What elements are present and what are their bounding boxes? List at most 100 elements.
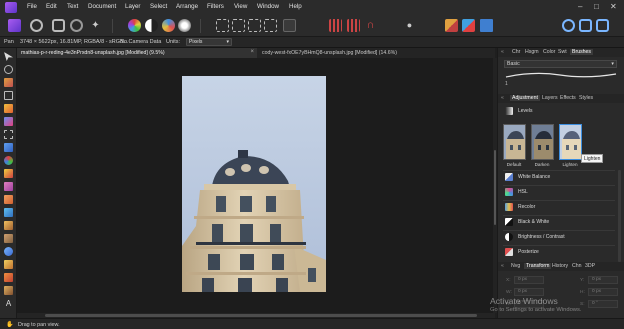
snapping-options-icon[interactable] — [347, 19, 360, 32]
tab-brushes[interactable]: Brushes — [570, 49, 594, 55]
pin-icon[interactable]: ● — [403, 19, 416, 32]
pen-tool-icon[interactable] — [4, 286, 13, 295]
panel-collapse-icon[interactable]: « — [501, 263, 504, 269]
tab-adjustment[interactable]: Adjustment — [510, 95, 540, 101]
red-eye-tool-icon[interactable] — [4, 273, 13, 282]
menu-filters[interactable]: Filters — [207, 3, 224, 10]
preset-default[interactable] — [503, 124, 526, 160]
quick-mask-icon[interactable] — [283, 19, 296, 32]
horizontal-scrollbar-thumb[interactable] — [45, 314, 477, 317]
panel-collapse-icon[interactable]: « — [501, 49, 504, 55]
paint-brush-tool-icon[interactable] — [4, 169, 13, 178]
blur-brush-tool-icon[interactable] — [4, 247, 13, 256]
affinity-photo-logo-icon[interactable] — [5, 2, 17, 13]
preset-darken[interactable] — [531, 124, 554, 160]
gradient-tool-icon[interactable] — [4, 156, 13, 165]
smudge-brush-tool-icon[interactable] — [4, 234, 13, 243]
document-tab[interactable]: cody-west-fxOE7yBHmQ8-unsplash.jpg [Modi… — [258, 48, 494, 58]
menu-select[interactable]: Select — [150, 3, 167, 10]
tab-layers[interactable]: Layers — [542, 95, 558, 101]
panel-collapse-icon[interactable]: « — [501, 95, 504, 101]
magnet-icon[interactable]: ∩ — [364, 19, 377, 32]
selection-invert-icon[interactable] — [232, 19, 245, 32]
auto-contrast-icon[interactable] — [145, 19, 158, 32]
tab-channels[interactable]: Chn — [572, 263, 582, 269]
flood-select-tool-icon[interactable] — [4, 117, 13, 126]
menu-edit[interactable]: Edit — [46, 3, 57, 10]
erase-brush-tool-icon[interactable] — [4, 195, 13, 204]
menu-layer[interactable]: Layer — [125, 3, 140, 10]
units-dropdown[interactable]: Pixels ▾ — [186, 38, 232, 46]
tab-color[interactable]: Color — [543, 49, 555, 55]
transform-icon[interactable] — [480, 19, 493, 32]
tab-3d-preview[interactable]: 3DP — [585, 263, 595, 269]
menu-view[interactable]: View — [234, 3, 247, 10]
width-field[interactable]: 0 px — [514, 288, 544, 296]
minimize-icon[interactable]: – — [578, 2, 582, 11]
view-mode-icon[interactable] — [579, 19, 592, 32]
tone-mapping-persona-icon[interactable] — [70, 19, 83, 32]
split-view-icon[interactable] — [596, 19, 609, 32]
adjustment-levels[interactable]: Levels — [503, 104, 615, 118]
snapping-icon[interactable] — [329, 19, 342, 32]
adjustment-posterize[interactable]: Posterize — [503, 245, 615, 259]
x-field[interactable]: 0 px — [514, 276, 544, 284]
clone-brush-tool-icon[interactable] — [4, 221, 13, 230]
text-tool-icon[interactable]: A — [4, 299, 13, 308]
menu-file[interactable]: File — [27, 3, 37, 10]
auto-colors-icon[interactable] — [162, 19, 175, 32]
view-tool-icon[interactable] — [4, 65, 13, 74]
color-wheel-icon[interactable] — [128, 19, 141, 32]
flood-fill-tool-icon[interactable] — [4, 143, 13, 152]
auto-white-balance-icon[interactable] — [178, 19, 191, 32]
adjustment-brightness-contrast[interactable]: Brightness / Contrast — [503, 230, 615, 244]
preset-lighten[interactable] — [559, 124, 582, 160]
menu-window[interactable]: Window — [257, 3, 279, 10]
vertical-scrollbar-thumb[interactable] — [494, 150, 496, 225]
marquee-tool-icon[interactable] — [4, 130, 13, 139]
y-field[interactable]: 0 px — [588, 276, 618, 284]
selection-grow-icon[interactable] — [264, 19, 277, 32]
tab-histogram[interactable]: Hsgm — [525, 49, 539, 55]
height-field[interactable]: 0 px — [588, 288, 618, 296]
maximize-icon[interactable]: □ — [594, 2, 599, 11]
adjustment-recolor[interactable]: Recolor — [503, 200, 615, 214]
tab-character[interactable]: Chr — [512, 49, 520, 55]
tab-transform[interactable]: Transform — [524, 263, 552, 269]
assistant-icon[interactable] — [562, 19, 575, 32]
tab-navigator[interactable]: Nvg — [511, 263, 520, 269]
liquify-persona-icon[interactable] — [30, 19, 43, 32]
adjustment-white-balance[interactable]: White Balance — [503, 170, 615, 184]
document-tab-active[interactable]: mathias-p-r-reding-4e3nPrxdn8-unsplash.j… — [17, 48, 257, 58]
building-photo-image[interactable] — [182, 76, 326, 292]
adjustment-list-scrollbar[interactable] — [618, 170, 621, 262]
selection-rect-icon[interactable] — [216, 19, 229, 32]
color-replacement-tool-icon[interactable] — [4, 182, 13, 191]
dodge-brush-tool-icon[interactable] — [4, 208, 13, 217]
menu-arrange[interactable]: Arrange — [176, 3, 198, 10]
tab-styles[interactable]: Styles — [579, 95, 593, 101]
menu-help[interactable]: Help — [289, 3, 302, 10]
close-tab-icon[interactable]: × — [250, 49, 254, 55]
close-window-icon[interactable]: ✕ — [610, 2, 617, 11]
adjustment-hsl[interactable]: HSL — [503, 185, 615, 199]
share-icon[interactable]: ✦ — [89, 19, 102, 32]
brush-stroke-preview[interactable] — [504, 69, 617, 82]
align-icon[interactable] — [462, 19, 475, 32]
arrange-icon[interactable] — [445, 19, 458, 32]
tab-history[interactable]: History — [552, 263, 568, 269]
menu-text[interactable]: Text — [67, 3, 78, 10]
color-picker-tool-icon[interactable] — [4, 78, 13, 87]
tab-effects[interactable]: Effects — [560, 95, 576, 101]
adjustment-black-white[interactable]: Black & White — [503, 215, 615, 229]
tab-swatches[interactable]: Swt — [558, 49, 567, 55]
photo-persona-icon[interactable] — [8, 19, 21, 32]
selection-deselect-icon[interactable] — [248, 19, 261, 32]
inpainting-brush-tool-icon[interactable] — [4, 260, 13, 269]
develop-persona-icon[interactable] — [52, 19, 65, 32]
crop-tool-icon[interactable] — [4, 91, 13, 100]
move-tool-icon[interactable] — [4, 52, 13, 61]
selection-brush-tool-icon[interactable] — [4, 104, 13, 113]
brush-category-dropdown[interactable]: Basic ▾ — [504, 60, 617, 68]
shear-field[interactable]: 0 ° — [588, 300, 618, 308]
